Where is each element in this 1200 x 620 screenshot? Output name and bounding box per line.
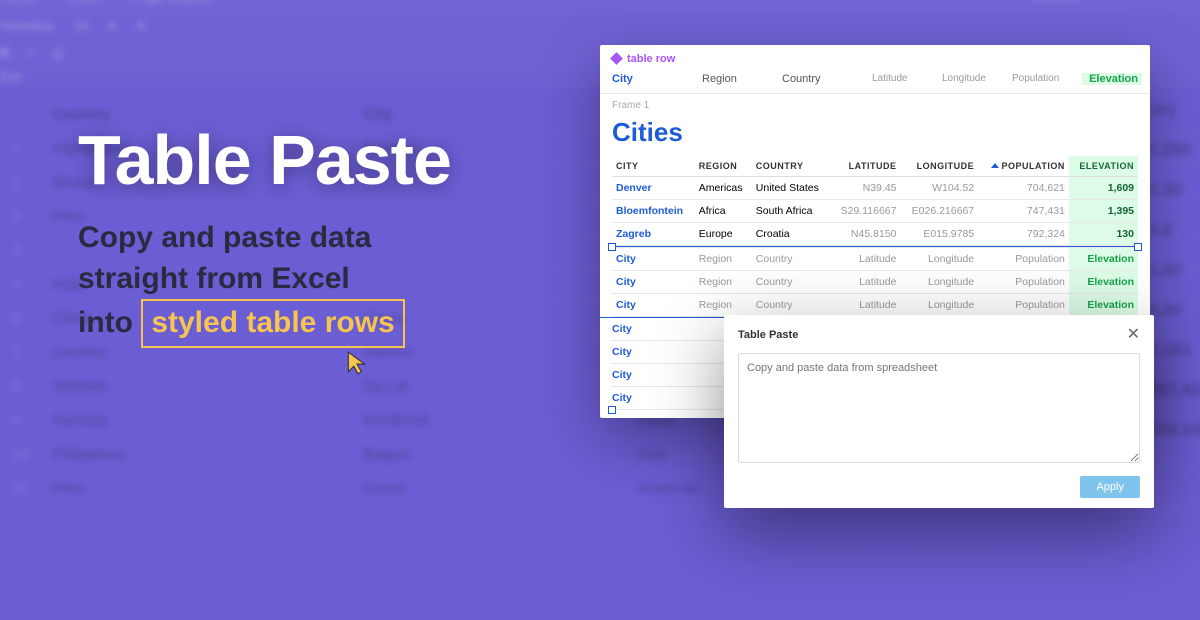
table-title: Cities: [600, 113, 1150, 156]
col-latitude[interactable]: Latitude: [872, 73, 942, 85]
bg-italic: I: [29, 45, 33, 60]
bg-general-label: General: [1030, 0, 1080, 4]
th-elevation[interactable]: ELEVATION: [1069, 156, 1138, 177]
layer-breadcrumb[interactable]: table row: [600, 45, 1150, 69]
th-city[interactable]: CITY: [612, 156, 695, 177]
bg-font-name: Helvetica: [0, 18, 53, 33]
bg-format-bar: Helvetica 14 A A: [0, 12, 1200, 39]
th-region[interactable]: REGION: [695, 156, 752, 177]
th-longitude[interactable]: LONGITUDE: [900, 156, 978, 177]
col-country[interactable]: Country: [782, 73, 872, 85]
data-table: CITY REGION COUNTRY LATITUDE LONGITUDE P…: [600, 156, 1150, 317]
hero-subtitle: Copy and paste data straight from Excel …: [78, 218, 451, 348]
bg-bold: B: [0, 45, 9, 60]
hero-block: Table Paste Copy and paste data straight…: [78, 120, 451, 348]
component-columns-header: City Region Country Latitude Longitude P…: [600, 69, 1150, 94]
bg-font-shrink: A: [137, 18, 146, 33]
cursor-icon: [344, 350, 370, 381]
hero-highlight-box: styled table rows: [141, 299, 404, 348]
table-row-placeholder[interactable]: CityRegionCountryLatitudeLongitudePopula…: [612, 294, 1138, 317]
bg-underline: U: [53, 45, 62, 60]
bg-font-size: 14: [73, 18, 87, 33]
table-row[interactable]: DenverAmericasUnited StatesN39.45W104.52…: [612, 177, 1138, 200]
th-population[interactable]: POPULATION: [978, 156, 1069, 177]
hero-sub-line-2: straight from Excel: [78, 262, 350, 295]
table-row[interactable]: ZagrebEuropeCroatiaN45.8150E015.9785792,…: [612, 223, 1138, 246]
close-icon[interactable]: ✕: [1127, 327, 1140, 343]
table-row-placeholder[interactable]: CityRegionCountryLatitudeLongitudePopula…: [612, 271, 1138, 294]
bg-meters-unit: (m): [1149, 100, 1200, 120]
bg-font-grow: A: [108, 18, 117, 33]
component-icon: [610, 52, 623, 65]
th-latitude[interactable]: LATITUDE: [830, 156, 900, 177]
bg-tab-home: Home: [0, 0, 37, 4]
dialog-title: Table Paste: [738, 329, 798, 341]
bg-tab-layout: Page Layout: [132, 0, 211, 4]
bg-right-values: (m) 2,5502,303,61,004,002,161557,422558,…: [1149, 100, 1200, 460]
col-region[interactable]: Region: [702, 73, 782, 85]
hero-sub-line-3-prefix: into: [78, 306, 141, 339]
bg-tab-insert: Insert: [67, 0, 102, 4]
table-row[interactable]: BloemfonteinAfricaSouth AfricaS29.116667…: [612, 200, 1138, 223]
th-country[interactable]: COUNTRY: [752, 156, 830, 177]
table-row-placeholder[interactable]: CityRegionCountryLatitudeLongitudePopula…: [612, 248, 1138, 271]
apply-button[interactable]: Apply: [1080, 476, 1140, 498]
col-population[interactable]: Population: [1012, 73, 1082, 85]
sort-asc-icon: [991, 163, 999, 168]
layer-name: table row: [627, 53, 675, 65]
paste-textarea[interactable]: [738, 353, 1140, 463]
hero-sub-line-1: Copy and paste data: [78, 221, 371, 254]
hero-title: Table Paste: [78, 120, 451, 200]
table-paste-dialog: Table Paste ✕ Apply: [724, 315, 1154, 508]
bg-ribbon-tabs: Home Insert Page Layout: [0, 0, 1200, 12]
col-longitude[interactable]: Longitude: [942, 73, 1012, 85]
col-elevation[interactable]: Elevation: [1082, 73, 1142, 85]
col-city[interactable]: City: [612, 73, 702, 85]
frame-label[interactable]: Frame 1: [600, 94, 1150, 113]
table-header-row: CITY REGION COUNTRY LATITUDE LONGITUDE P…: [612, 156, 1138, 177]
